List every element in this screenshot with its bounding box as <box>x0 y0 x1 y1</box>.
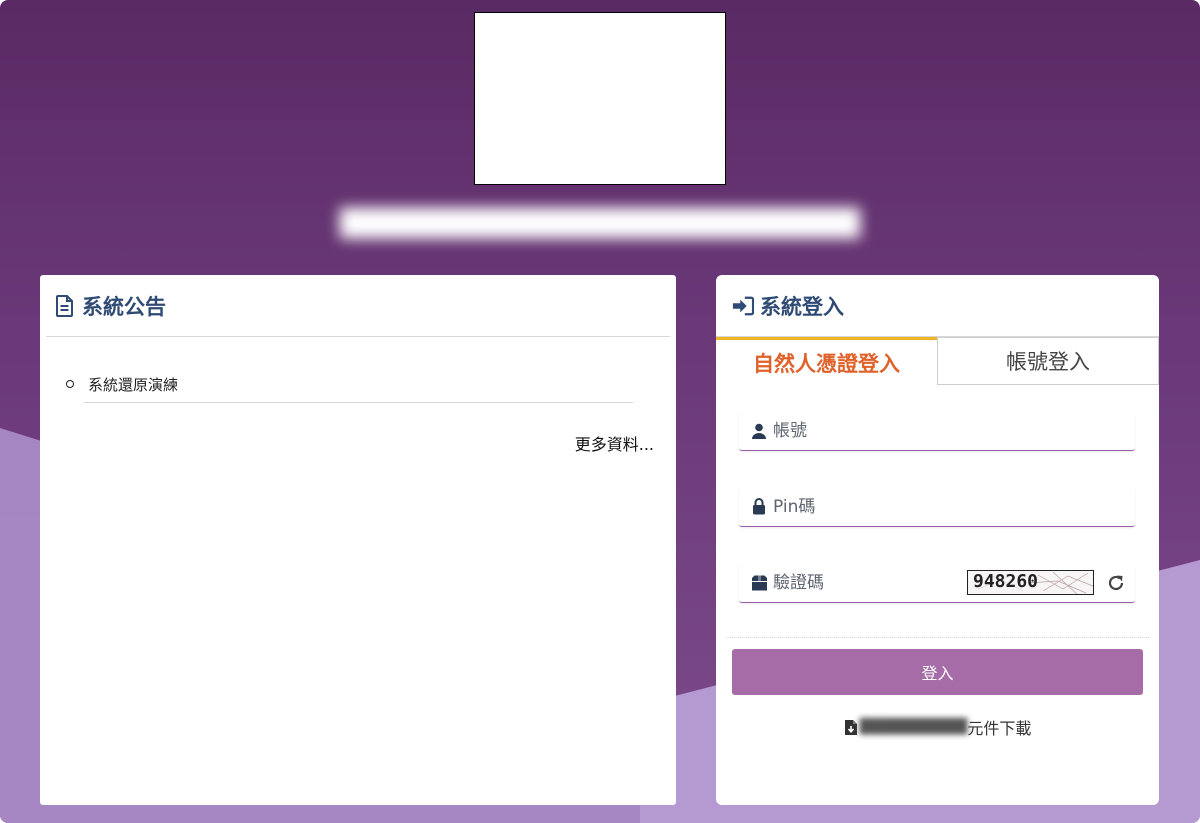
tab-account-login[interactable]: 帳號登入 <box>937 337 1159 385</box>
login-header: 系統登入 <box>716 275 1159 337</box>
account-input[interactable] <box>773 415 973 446</box>
form-divider <box>726 637 1149 638</box>
captcha-digits: 948260 <box>973 571 1039 592</box>
login-button[interactable]: 登入 <box>732 649 1143 695</box>
page-background: ██████████████████████████ 系統公告 系統還原演練 更… <box>0 0 1200 823</box>
download-suffix: 元件下載 <box>967 719 1032 738</box>
account-field <box>739 411 1135 451</box>
captcha-field: 948260 <box>739 563 1135 603</box>
tab-certificate-login[interactable]: 自然人憑證登入 <box>716 337 937 385</box>
announcement-list: 系統還原演練 <box>66 369 633 403</box>
logo-placeholder <box>474 12 726 185</box>
list-item[interactable]: 系統還原演練 <box>66 369 633 403</box>
file-download-icon <box>844 719 858 736</box>
login-title: 系統登入 <box>760 294 844 319</box>
box-icon <box>750 574 768 592</box>
pin-field <box>739 487 1135 527</box>
sign-in-icon <box>732 295 754 317</box>
user-icon <box>750 422 768 440</box>
refresh-icon[interactable] <box>1106 573 1126 593</box>
login-panel: 系統登入 自然人憑證登入 帳號登入 帳號 驗證碼 948260 登入 █████… <box>716 275 1159 805</box>
announcement-item-text[interactable]: 系統還原演練 <box>88 374 178 395</box>
more-link[interactable]: 更多資料... <box>575 431 654 455</box>
download-prefix: ██████████ <box>859 719 968 735</box>
login-tabs: 自然人憑證登入 帳號登入 <box>716 337 1159 385</box>
org-title: ██████████████████████████ <box>340 209 860 239</box>
announcement-panel: 系統公告 系統還原演練 更多資料... <box>40 275 676 805</box>
file-text-icon <box>54 294 76 317</box>
bullet-icon <box>66 380 74 388</box>
pin-input[interactable] <box>773 491 973 522</box>
download-link[interactable]: ██████████ 元件下載 <box>716 715 1159 739</box>
announcement-header: 系統公告 <box>46 275 670 337</box>
captcha-input[interactable] <box>773 567 923 598</box>
lock-icon <box>750 498 768 516</box>
announcement-title: 系統公告 <box>82 294 166 319</box>
captcha-image: 948260 <box>967 570 1094 595</box>
